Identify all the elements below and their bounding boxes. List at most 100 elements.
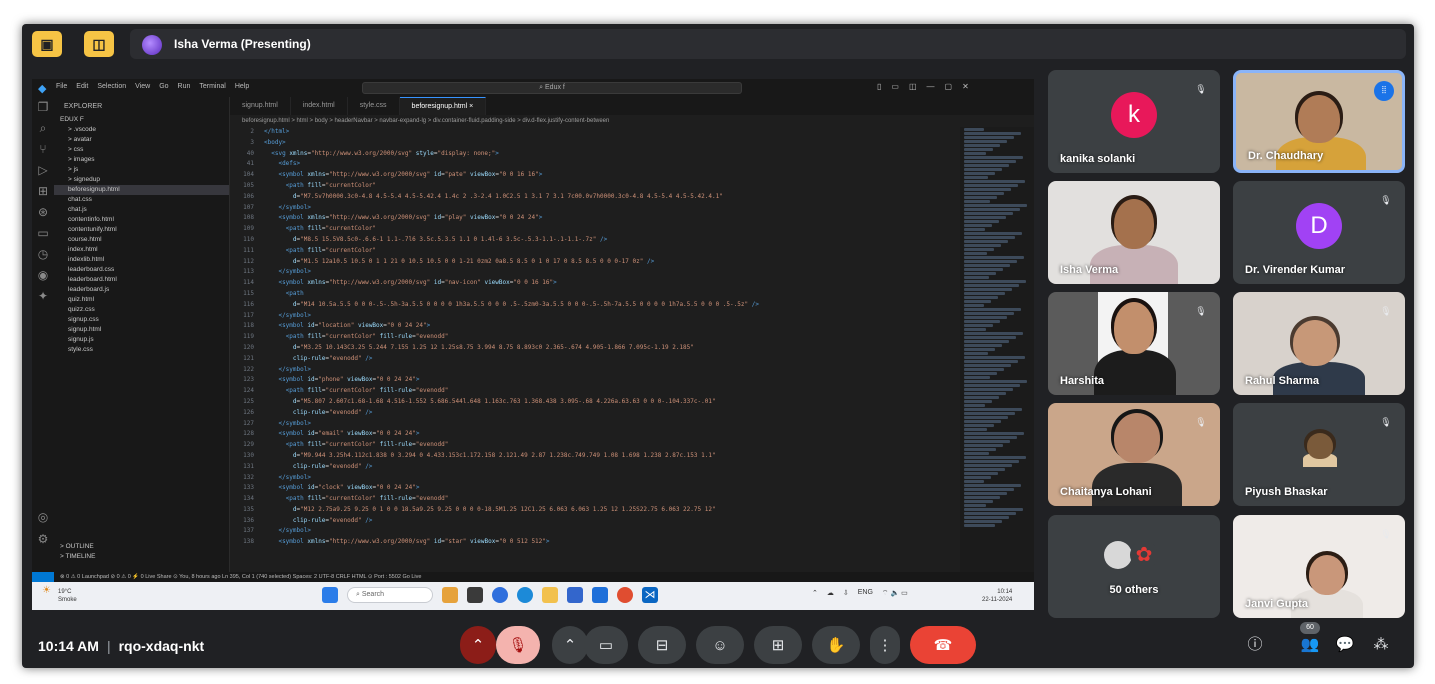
file-explorer-icon [542,587,558,603]
code-line: 132 </symbol> [243,473,311,481]
minimap-line [964,432,1024,435]
participant-video-face [1298,95,1340,143]
minimap-line [964,328,986,331]
mic-off-icon: 🎙 [1195,417,1207,427]
minimap-line [964,324,993,327]
minimap-line [964,468,1005,471]
participant-avatar: k [1111,92,1157,138]
participant-tile[interactable]: 🎙 Chaitanya Lohani [1048,403,1220,506]
participant-video-face [1293,320,1337,366]
clock-time: 10:14 [997,589,1013,595]
meeting-info-button[interactable]: ⓘ [1242,632,1268,658]
code-line: 108 <symbol xmlns="http://www.w3.org/200… [243,214,543,222]
minimap-line [964,208,1020,211]
participant-tile[interactable]: 🎙 Harshita [1048,292,1220,395]
present-icon: ⊞ [771,637,785,654]
code-line: 127 </symbol> [243,419,311,427]
minimap-line [964,148,993,151]
people-button[interactable]: 👥 [1297,632,1323,658]
minimap-line [964,244,1001,247]
vscode-taskbar-icon: ⋊ [642,587,658,603]
code-line: 115 <path [243,289,304,297]
code-line: 128 <symbol id="email" viewBox="0 0 24 2… [243,430,420,438]
present-button[interactable]: ⊞ [754,626,802,664]
camera-button[interactable]: ▭ [584,626,628,664]
code-line: 120 d="M3.25 10.143C3.25 5.244 7.155 1.2… [243,343,694,351]
layout-icon: ◫ [908,82,917,91]
presenter-name: Isha Verma (Presenting) [174,37,311,51]
code-line: 105 <path fill="currentColor" [243,181,377,189]
code-line: 124 <path fill="currentColor" fill-rule=… [243,387,449,395]
minimap-line [964,424,994,427]
vscode-menu-view: View [135,83,151,90]
mic-off-icon: 🎙 [508,637,528,654]
tray-item: ☁ [826,590,834,597]
minimap-line [964,196,997,199]
minimap-line [964,268,1003,271]
participant-name: 50 others [1109,584,1159,596]
minimap-line [964,132,1021,135]
tray-item: ENG [857,589,873,596]
code-line: 136 clip-rule="evenodd" /> [243,516,373,524]
vscode-menu-selection: Selection [97,83,127,90]
participant-tile[interactable]: D 🎙 Dr. Virender Kumar [1233,181,1405,284]
participant-tile[interactable]: 🎙 Janvi Gupta [1233,515,1405,618]
participant-video-body [1092,463,1182,506]
explorer-title: EXPLORER [64,103,103,110]
file-list: > .vscode > avatar > css > images > js > sign… [54,125,229,355]
mic-off-icon: 🎙 [1380,529,1392,539]
minimap-line [964,272,996,275]
participant-tile[interactable]: k 🎙 kanika solanki [1048,70,1220,173]
emoji-button[interactable]: ☺ [696,626,744,664]
explorer-file-item: indexlib.html [68,256,105,263]
minimap-line [964,500,993,503]
camera-icon: ▭ [598,637,614,654]
explorer-file-item: leaderboard.css [68,266,115,273]
minimap-line [964,364,1011,367]
mic-options-button[interactable]: ⌃ [460,626,496,664]
minimap-line [964,192,1004,195]
vscode-menu-terminal: Terminal [199,83,226,90]
layout-icon[interactable]: ◫ [84,31,114,57]
chat-button[interactable]: 💬 [1332,632,1358,658]
camera-options-button[interactable]: ⌃ [552,626,588,664]
meeting-time: 10:14 AM [38,638,99,654]
editor-tabs: signup.html index.html style.css beforesign… [230,97,1034,115]
mic-muted-button[interactable]: 🎙 [496,626,540,664]
raise-hand-button[interactable]: ✋ [812,626,860,664]
mic-off-icon: 🎙 [1380,417,1392,427]
captions-icon: ⊟ [655,637,669,654]
code-line: 116 d="M14 10.5a.5.5 0 0 0-.5-.5h-3a.5.5… [243,300,759,308]
layout-icon: ▯ [877,82,882,91]
code-line: 131 clip-rule="evenodd" /> [243,462,373,470]
participant-tile[interactable]: 🎙 Piyush Bhaskar [1233,403,1405,506]
live-share-icon: ✦ [37,289,49,303]
screen-share-icon[interactable]: ▣ [32,31,62,57]
store-icon [592,587,608,603]
participant-tile[interactable]: 🎙 Rahul Sharma [1233,292,1405,395]
activities-button[interactable]: ⁂ [1368,632,1394,658]
timeline-icon: ◷ [37,247,49,261]
minimap-line [964,200,990,203]
participant-tile[interactable]: ⦙⦙ Dr. Chaudhary [1233,70,1405,173]
minimap-line [964,168,1002,171]
minimap-line [964,472,998,475]
chrome-icon [492,587,508,603]
vscode-menu-help: Help [234,83,250,90]
minimap-line [964,448,996,451]
code-line: 3 <body> [250,138,286,146]
minimap-line [964,476,991,479]
mic-off-icon: 🎙 [1195,84,1207,94]
weather-desc: Smoke [58,597,77,603]
captions-button[interactable]: ⊟ [638,626,686,664]
tray-item: ⌔ 🔈 ▭ [881,590,908,597]
more-options-button[interactable]: ⋮ [870,626,900,664]
maximize-icon: ▢ [944,82,953,91]
participant-tile[interactable]: ✿ 50 others [1048,515,1220,618]
shared-screen[interactable]: ◆ File Edit Selection View Go Run Terminal Help… [32,79,1034,610]
leave-call-button[interactable]: ☎ [910,626,976,664]
participant-name: Janvi Gupta [1245,598,1308,610]
participant-tile[interactable]: Isha Verma [1048,181,1220,284]
minimap-line [964,280,1026,283]
vscode-activity-bar: ❐ ⌕ ⑂ ▷ ⊞ ⊛ ▭ ◷ ◉ ✦ ◎ ⚙ [32,97,54,572]
